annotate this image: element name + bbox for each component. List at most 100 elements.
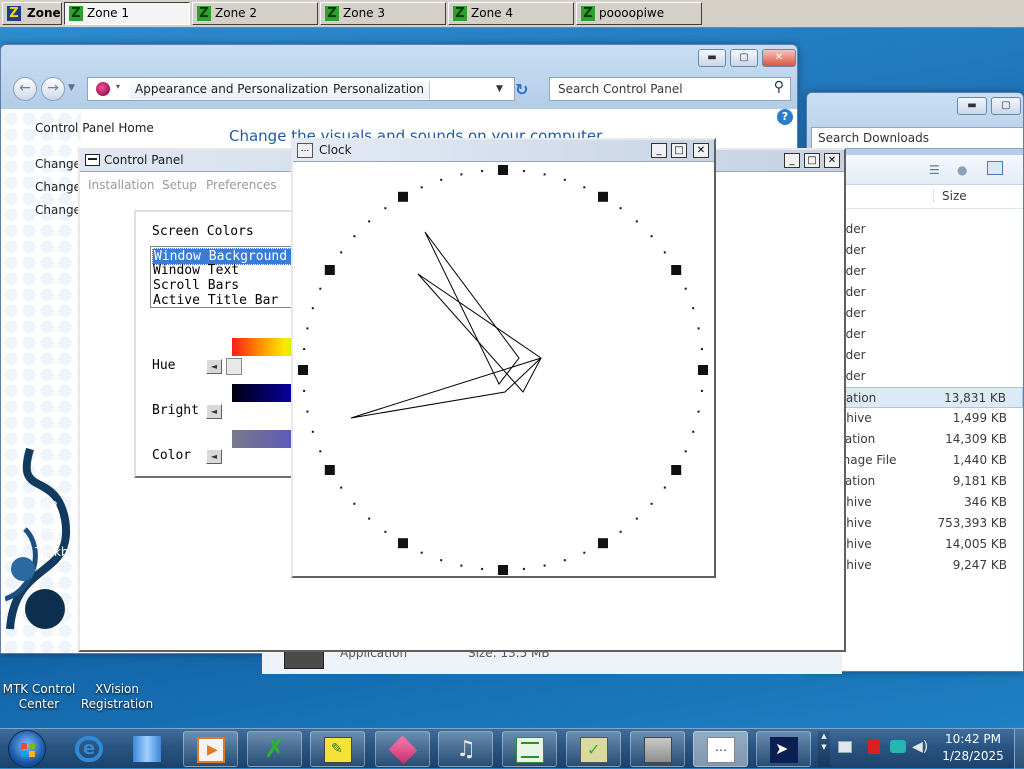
hour-marker bbox=[498, 565, 508, 575]
arrow-cursor-icon: ➤ bbox=[770, 737, 798, 763]
taskbar-internet-explorer[interactable]: e bbox=[62, 731, 117, 767]
color-items-list[interactable]: Window Background Window Text Scroll Bar… bbox=[150, 246, 302, 308]
close-button[interactable]: ✕ bbox=[693, 143, 709, 158]
minute-marker bbox=[311, 430, 314, 433]
color-item[interactable]: Active Title Bar bbox=[153, 293, 278, 308]
taskbar: e ▶ ✗ ✎ ♫ ✓ … ➤ ▲ ▼ ◀) 10:42 PM 1/28/2025 bbox=[0, 728, 1024, 769]
clock-menu-button[interactable]: ... bbox=[297, 143, 313, 158]
zone-icon: Z bbox=[453, 6, 467, 21]
close-button[interactable]: ✕ bbox=[762, 49, 796, 67]
minute-marker bbox=[522, 170, 525, 173]
volume-icon[interactable]: ◀) bbox=[912, 739, 928, 755]
taskbar-edit[interactable]: ✎ bbox=[310, 731, 365, 767]
minute-marker bbox=[353, 502, 356, 505]
zone-tab-label: Zone 2 bbox=[215, 6, 257, 20]
zone-tab-4[interactable]: Z Zone 4 bbox=[448, 2, 574, 25]
zone-tab-label: poooopiwe bbox=[599, 6, 665, 20]
minimize-button[interactable]: ▬ bbox=[957, 97, 987, 115]
taskbar-terminal[interactable]: … bbox=[693, 731, 748, 767]
tray-overflow-arrows[interactable]: ▲ ▼ bbox=[818, 731, 830, 767]
taskbar-arrow-app[interactable]: ➤ bbox=[756, 731, 811, 767]
minute-marker bbox=[697, 410, 700, 413]
minimize-button[interactable]: ▬ bbox=[698, 49, 726, 67]
bright-left-arrow[interactable]: ◄ bbox=[206, 404, 222, 419]
taskbar-x-app[interactable]: ✗ bbox=[247, 731, 302, 767]
taskbar-media-player[interactable]: ▶ bbox=[183, 731, 238, 767]
back-button[interactable]: ← bbox=[13, 77, 37, 101]
action-center-icon[interactable] bbox=[838, 741, 852, 753]
taskbar-spreadsheet[interactable] bbox=[502, 731, 557, 767]
display-link[interactable]: Disp bbox=[35, 521, 61, 535]
menu-setup[interactable]: Setup bbox=[162, 178, 197, 192]
internet-explorer-icon: e bbox=[75, 736, 103, 762]
start-orb-icon[interactable] bbox=[8, 730, 46, 768]
recent-pages-icon[interactable]: ▼ bbox=[68, 83, 75, 93]
minute-marker bbox=[420, 186, 423, 189]
maximize-button[interactable]: □ bbox=[804, 153, 820, 168]
red-tray-icon[interactable] bbox=[868, 740, 880, 754]
downloads-search-input[interactable]: Search Downloads bbox=[811, 127, 1023, 149]
zones-menu-button[interactable]: Z Zones bbox=[2, 2, 62, 25]
minimize-button[interactable]: _ bbox=[651, 143, 667, 158]
taskbar-install[interactable]: ✓ bbox=[566, 731, 621, 767]
zone-tab-1[interactable]: Z Zone 1 bbox=[64, 2, 190, 25]
menu-preferences[interactable]: Preferences bbox=[206, 178, 277, 192]
color-item[interactable]: Scroll Bars bbox=[153, 278, 239, 293]
size-column-header[interactable]: Size bbox=[933, 189, 967, 203]
desktop-icon-mtk-control-center[interactable]: MTK Control Center bbox=[2, 682, 76, 712]
zone-tab-5[interactable]: Z poooopiwe bbox=[576, 2, 702, 25]
minute-hand bbox=[417, 273, 542, 393]
zone-tab-3[interactable]: Z Zone 3 bbox=[320, 2, 446, 25]
sidebar-change-link-3[interactable]: Change bbox=[35, 203, 81, 217]
display-tray-icon[interactable] bbox=[890, 740, 906, 753]
zone-icon: Z bbox=[69, 6, 83, 21]
minute-marker bbox=[481, 567, 484, 570]
maximize-button[interactable]: ▢ bbox=[730, 49, 758, 67]
window-menu-icon[interactable] bbox=[85, 154, 100, 166]
zone-icon: Z bbox=[581, 6, 595, 21]
forward-button[interactable]: → bbox=[41, 77, 65, 101]
help-icon[interactable]: ? bbox=[777, 109, 793, 125]
sidebar-change-link-1[interactable]: Change bbox=[35, 157, 81, 171]
breadcrumb-personalization[interactable]: Personalization bbox=[328, 81, 430, 99]
hue-label: Hue bbox=[152, 358, 176, 373]
close-button[interactable]: ✕ bbox=[824, 153, 840, 168]
tray-time[interactable]: 10:42 PM bbox=[936, 732, 1010, 746]
taskbar-network[interactable] bbox=[630, 731, 685, 767]
bright-label: Bright bbox=[152, 403, 199, 418]
color-item[interactable]: Window Text bbox=[153, 263, 239, 278]
view-dot-icon[interactable]: ● bbox=[957, 163, 967, 177]
taskbar-music[interactable]: ♫ bbox=[438, 731, 493, 767]
maximize-button[interactable]: ▢ bbox=[991, 97, 1021, 115]
minute-marker bbox=[340, 486, 343, 489]
breadcrumb-appearance[interactable]: Appearance and Personalization bbox=[130, 81, 335, 99]
minute-marker bbox=[319, 450, 322, 453]
view-list-icon[interactable]: ☰ bbox=[929, 163, 940, 177]
preview-pane-icon[interactable] bbox=[987, 161, 1003, 175]
control-panel-home-link[interactable]: Control Panel Home bbox=[35, 121, 154, 135]
search-input[interactable]: Search Control Panel ⚲ bbox=[549, 77, 791, 101]
taskbar-files[interactable] bbox=[120, 731, 175, 767]
taskbar-pink-box[interactable] bbox=[375, 731, 430, 767]
hue-slider-thumb[interactable] bbox=[226, 358, 242, 375]
hour-marker bbox=[398, 191, 408, 202]
desktop-icon-xvision-registration[interactable]: XVision Registration bbox=[80, 682, 154, 712]
refresh-icon[interactable]: ↻ bbox=[515, 80, 528, 99]
zone-tab-2[interactable]: Z Zone 2 bbox=[192, 2, 318, 25]
address-bar[interactable]: ▾ Appearance and Personalization Persona… bbox=[87, 77, 515, 101]
download-size: 346 KB bbox=[964, 495, 1007, 509]
maximize-button[interactable]: □ bbox=[671, 143, 687, 158]
hue-left-arrow[interactable]: ◄ bbox=[206, 359, 222, 374]
hour-marker bbox=[598, 191, 608, 202]
tray-date[interactable]: 1/28/2025 bbox=[936, 749, 1010, 763]
search-icon[interactable]: ⚲ bbox=[774, 79, 784, 95]
color-left-arrow[interactable]: ◄ bbox=[206, 449, 222, 464]
clock-face bbox=[298, 165, 708, 575]
menu-installation[interactable]: Installation bbox=[88, 178, 154, 192]
minimize-button[interactable]: _ bbox=[784, 153, 800, 168]
taskbar-link[interactable]: Taskb bbox=[35, 545, 69, 559]
sidebar-change-link-2[interactable]: Change bbox=[35, 180, 81, 194]
chevron-down-icon[interactable]: ▾ bbox=[116, 82, 120, 91]
address-dropdown-icon[interactable]: ▼ bbox=[496, 84, 503, 94]
show-desktop-button[interactable] bbox=[1014, 729, 1024, 769]
